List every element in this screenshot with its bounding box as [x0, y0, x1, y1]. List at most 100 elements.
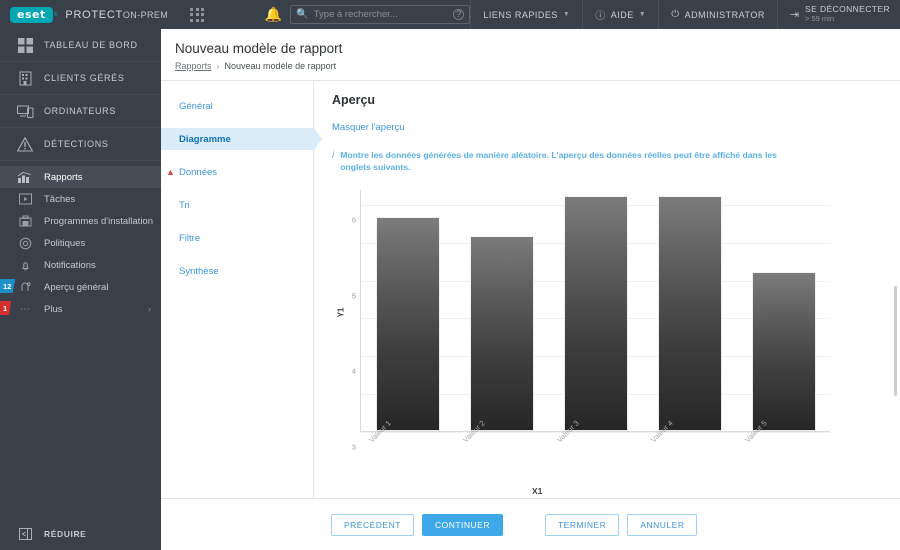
warning-triangle-icon [10, 136, 40, 152]
quick-links-menu[interactable]: LIENS RAPIDES ▼ [471, 0, 582, 29]
header-right-cluster: 🔔 🔍 ? LIENS RAPIDES ▼ ⓘ AIDE ▼ ⏻ ADMINIS… [265, 0, 900, 29]
chart-y-tick-label: 4 [351, 366, 356, 376]
sidebar-item-rapports[interactable]: Rapports [0, 166, 161, 188]
finish-button[interactable]: TERMINER [544, 513, 620, 536]
hide-preview-link[interactable]: Masquer l'aperçu [332, 122, 405, 133]
collapse-panel-icon [10, 527, 40, 540]
preview-chart: Y1 0123456 X1 Valeur 1Valeur 2Valeur 3Va… [332, 189, 832, 527]
sidebar-item-detections[interactable]: DÉTECTIONS [0, 128, 161, 161]
notification-bell-icon[interactable]: 🔔 [265, 7, 282, 21]
user-label: ADMINISTRATOR [684, 9, 765, 20]
chart-bar-slot [643, 189, 737, 431]
chart-y-tick-label: 5 [351, 291, 356, 301]
product-suffix: ON-PREM [122, 9, 169, 20]
search-input[interactable] [313, 9, 454, 20]
chevron-down-icon: ▼ [638, 11, 647, 18]
computers-icon [10, 104, 40, 119]
sidebar-label: ORDINATEURS [44, 106, 116, 116]
sidebar-label: Aperçu général [44, 281, 109, 293]
help-menu[interactable]: ⓘ AIDE ▼ [583, 0, 658, 29]
sidebar-item-tableau-de-bord[interactable]: TABLEAU DE BORD [0, 29, 161, 62]
wizard-step-donnees[interactable]: ▲ Données [161, 161, 313, 183]
chart-bars [361, 189, 831, 431]
registered-mark: ® [53, 11, 58, 18]
breadcrumb: Rapports › Nouveau modèle de rapport [175, 61, 900, 71]
building-icon [10, 71, 40, 86]
breadcrumb-current: Nouveau modèle de rapport [224, 61, 337, 71]
top-header-bar: eset® PROTECTON-PREM 🔔 🔍 ? LIENS RAPIDES… [0, 0, 900, 29]
info-text: Montre les données générées de manière a… [340, 150, 777, 173]
installer-icon [10, 215, 40, 227]
sidebar-item-plus[interactable]: 1 ⋯ Plus › [0, 298, 161, 320]
cancel-button[interactable]: ANNULER [627, 513, 698, 536]
warning-triangle-icon: ▲ [166, 167, 175, 177]
product-name: PROTECTON-PREM [65, 8, 169, 21]
previous-button[interactable]: PRÉCÉDENT [331, 513, 414, 536]
policy-gear-icon [10, 237, 40, 250]
chart-bar-slot [361, 189, 455, 431]
sidebar-label: DÉTECTIONS [44, 139, 109, 149]
wizard-step-synthese[interactable]: Synthèse [161, 260, 313, 282]
sidebar-item-apercu-general[interactable]: 12 Aperçu général [0, 276, 161, 298]
wizard-step-tri[interactable]: Tri [161, 194, 313, 216]
page-title: Nouveau modèle de rapport [175, 41, 343, 56]
user-account[interactable]: ⏻ ADMINISTRATOR [659, 0, 777, 29]
sidebar-item-ordinateurs[interactable]: ORDINATEURS [0, 95, 161, 128]
global-search[interactable]: 🔍 ? [290, 5, 471, 24]
chart-bar-slot [455, 189, 549, 431]
sidebar-label: TABLEAU DE BORD [44, 40, 138, 50]
ellipsis-icon: ⋯ [20, 303, 30, 315]
help-circle-icon: ⓘ [595, 11, 606, 22]
sidebar-label: Politiques [44, 237, 86, 249]
chart-bar[interactable] [376, 217, 440, 431]
main-content: Nouveau modèle de rapport Rapports › Nou… [161, 29, 900, 550]
preview-panel: Aperçu Masquer l'aperçu i Montre les don… [314, 81, 900, 550]
page-header: Nouveau modèle de rapport Rapports › Nou… [161, 29, 900, 81]
step-label: Synthèse [179, 265, 219, 277]
sidebar-item-notifications[interactable]: Notifications [0, 254, 161, 276]
sidebar-collapse-button[interactable]: RÉDUIRE [0, 517, 161, 550]
chart-bar[interactable] [752, 272, 816, 431]
chart-y-tick-label: 3 [351, 442, 356, 452]
preview-scrollbar[interactable] [894, 286, 897, 396]
eset-logo-badge: eset [10, 6, 53, 23]
dashboard-grid-icon [10, 37, 40, 53]
chart-bar[interactable] [564, 196, 628, 431]
sidebar-item-taches[interactable]: Tâches [0, 188, 161, 210]
chart-bar[interactable] [470, 236, 534, 431]
help-label: AIDE [610, 9, 634, 20]
logout-icon: ⇥ [789, 8, 800, 21]
sidebar-sub-nav: Rapports Tâches Programmes d'installatio… [0, 161, 161, 320]
sidebar-item-politiques[interactable]: Politiques [0, 232, 161, 254]
wizard-step-general[interactable]: Général [161, 95, 313, 117]
wizard-step-filtre[interactable]: Filtre [161, 227, 313, 249]
chart-bar[interactable] [658, 196, 722, 431]
chevron-down-icon: ▼ [562, 11, 571, 18]
wizard-step-diagramme[interactable]: Diagramme [161, 128, 322, 150]
preview-info-message: i Montre les données générées de manière… [332, 149, 802, 174]
apps-grid-icon[interactable] [190, 7, 205, 22]
sidebar-item-programmes-installation[interactable]: Programmes d'installation [0, 210, 161, 232]
logout-button[interactable]: ⇥ SE DÉCONNECTER > 59 min [778, 5, 900, 23]
chart-y-tick-label: 6 [351, 215, 356, 225]
chart-plot-area: 0123456 [352, 189, 831, 527]
sidebar-label: CLIENTS GÉRÉS [44, 73, 125, 83]
question-circle-icon[interactable]: ? [453, 9, 465, 20]
wizard-step-nav: Général Diagramme ▲ Données Tri Filtre S… [161, 81, 322, 550]
step-label: Données [179, 166, 218, 178]
sidebar-label: Rapports [44, 171, 83, 183]
step-label: Tri [179, 199, 190, 211]
chart-bar-slot [737, 189, 831, 431]
session-timer: > 59 min [805, 14, 835, 24]
notification-icon [10, 259, 40, 272]
brand-logo[interactable]: eset ® PROTECTON-PREM [0, 0, 168, 29]
left-sidebar: TABLEAU DE BORD CLIENTS GÉRÉS ORDINATEUR… [0, 29, 161, 550]
chart-y-axis-title: Y1 [336, 307, 346, 318]
chevron-right-icon: › [148, 304, 151, 314]
user-icon: ⏻ [671, 9, 680, 20]
sidebar-label: Notifications [44, 259, 96, 271]
sidebar-label: Programmes d'installation [44, 215, 153, 227]
continue-button[interactable]: CONTINUER [421, 513, 503, 536]
breadcrumb-parent-link[interactable]: Rapports [175, 61, 212, 71]
sidebar-item-clients-geres[interactable]: CLIENTS GÉRÉS [0, 62, 161, 95]
